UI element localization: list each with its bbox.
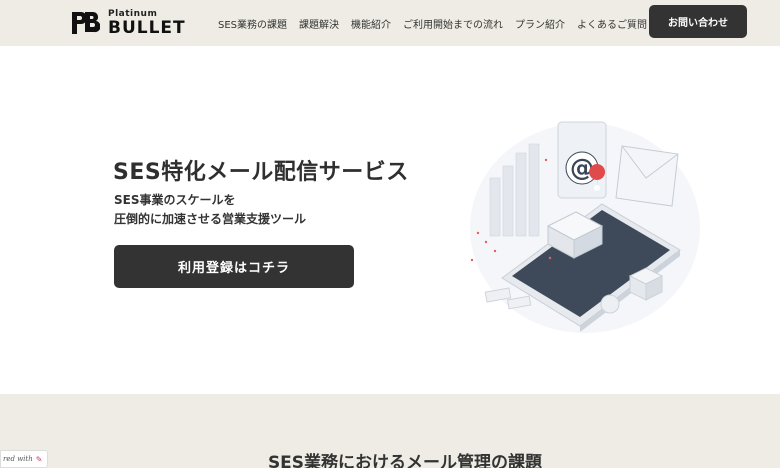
nav-item-onboarding-flow[interactable]: ご利用開始までの流れ xyxy=(403,16,503,31)
nav-item-solutions[interactable]: 課題解決 xyxy=(299,16,339,31)
hero-title: SES特化メール配信サービス xyxy=(113,160,409,185)
contact-button[interactable]: お問い合わせ xyxy=(649,5,747,38)
hero-subtitle: SES事業のスケールを 圧倒的に加速させる営業支援ツール xyxy=(114,191,306,229)
register-button[interactable]: 利用登録はコチラ xyxy=(114,245,354,288)
nav-item-faq[interactable]: よくあるご質問 xyxy=(577,16,647,31)
badge-text: red with xyxy=(3,455,33,463)
brand-big: BULLET xyxy=(108,17,186,38)
nav-item-plans[interactable]: プラン紹介 xyxy=(515,16,565,31)
hero-subtitle-line1: SES事業のスケールを xyxy=(114,193,236,207)
nav-item-features[interactable]: 機能紹介 xyxy=(351,16,391,31)
email-phone-illustration: @ xyxy=(470,121,700,333)
nav-item-ses-issues[interactable]: SES業務の課題 xyxy=(218,16,287,31)
pen-icon: ✎ xyxy=(35,454,43,464)
brand-wordmark: Platinum BULLET xyxy=(108,9,186,38)
main-nav: SES業務の課題 課題解決 機能紹介 ご利用開始までの流れ プラン紹介 よくある… xyxy=(218,0,659,46)
brand-logo[interactable]: Platinum BULLET xyxy=(70,6,194,40)
made-with-badge[interactable]: red with ✎ xyxy=(0,450,48,468)
pb-logo-icon xyxy=(72,12,100,34)
hero-subtitle-line2: 圧倒的に加速させる営業支援ツール xyxy=(114,212,307,226)
envelope-icon xyxy=(615,145,679,207)
site-header: Platinum BULLET SES業務の課題 課題解決 機能紹介 ご利用開始… xyxy=(0,0,780,46)
issues-section-title: SES業務におけるメール管理の課題 xyxy=(267,453,543,468)
